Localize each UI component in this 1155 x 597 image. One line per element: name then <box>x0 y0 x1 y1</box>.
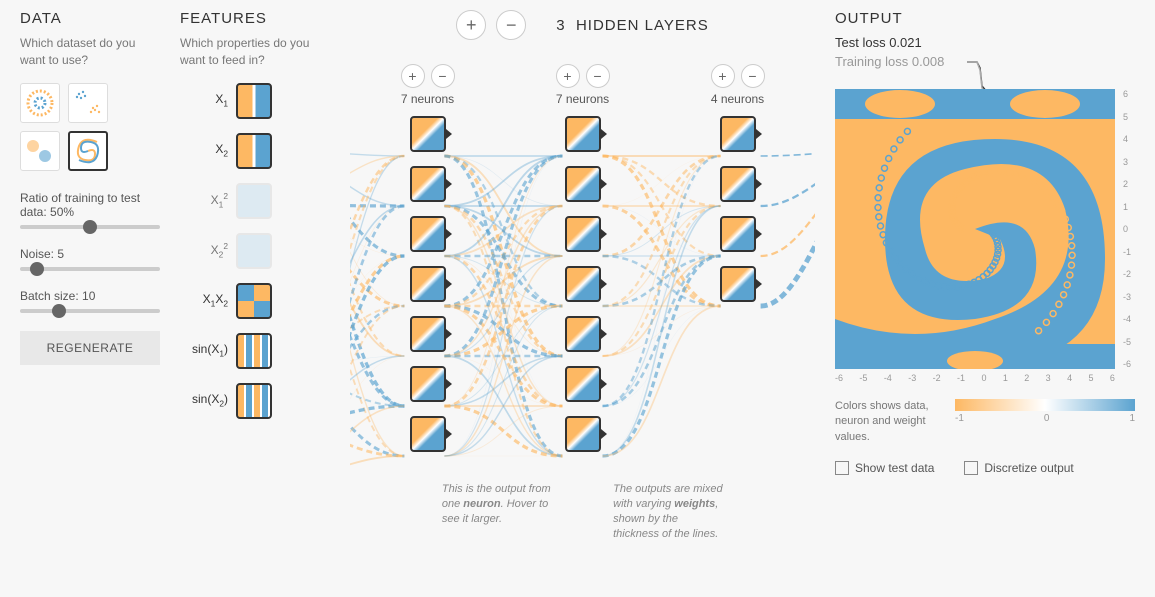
batch-label: Batch size: 10 <box>20 289 160 303</box>
neuron-l1-n0[interactable] <box>565 116 601 152</box>
batch-slider[interactable] <box>20 309 160 313</box>
neuron-l1-n1[interactable] <box>565 166 601 202</box>
discretize-output-checkbox[interactable]: Discretize output <box>964 461 1073 475</box>
neuron-l2-n3[interactable] <box>720 266 756 302</box>
feature-toggle-2[interactable] <box>236 183 272 219</box>
feature-label-2: X12 <box>180 191 228 209</box>
noise-slider[interactable] <box>20 267 160 271</box>
feature-toggle-3[interactable] <box>236 233 272 269</box>
feature-label-4: X1X2 <box>180 292 228 308</box>
output-heading: OUTPUT <box>835 10 1135 27</box>
feature-toggle-1[interactable] <box>236 133 272 169</box>
add-neuron-layer-2[interactable]: + <box>711 64 735 88</box>
dataset-circles[interactable] <box>20 83 60 123</box>
annotation-weights: The outputs are mixed with varying weigh… <box>613 482 723 541</box>
neuron-l2-n2[interactable] <box>720 216 756 252</box>
plot-x-axis: -6-5-4-3-2-10123456 <box>835 373 1115 383</box>
neuron-l0-n5[interactable] <box>410 366 446 402</box>
regenerate-button[interactable]: REGENERATE <box>20 331 160 365</box>
add-neuron-layer-1[interactable]: + <box>556 64 580 88</box>
ratio-label: Ratio of training to test data: 50% <box>20 191 160 219</box>
test-loss: Test loss 0.021 <box>835 35 1135 50</box>
dataset-blobs[interactable] <box>20 131 60 171</box>
neuron-l0-n4[interactable] <box>410 316 446 352</box>
neuron-count-layer-2: 4 neurons <box>711 92 764 106</box>
features-heading: FEATURES <box>180 10 330 27</box>
neuron-l1-n5[interactable] <box>565 366 601 402</box>
data-question: Which dataset do you want to use? <box>20 35 160 69</box>
neuron-l0-n2[interactable] <box>410 216 446 252</box>
feature-label-6: sin(X2) <box>180 392 228 408</box>
feature-toggle-4[interactable] <box>236 283 272 319</box>
remove-neuron-layer-0[interactable]: − <box>431 64 455 88</box>
data-heading: DATA <box>20 10 160 27</box>
neuron-l1-n2[interactable] <box>565 216 601 252</box>
feature-label-1: X2 <box>180 142 228 158</box>
add-layer-button[interactable]: + <box>456 10 486 40</box>
neuron-l2-n1[interactable] <box>720 166 756 202</box>
feature-label-0: X1 <box>180 92 228 108</box>
output-plot[interactable]: 6543210-1-2-3-4-5-6 -6-5-4-3-2-10123456 <box>835 89 1115 369</box>
features-question: Which properties do you want to feed in? <box>180 35 330 69</box>
neuron-count-layer-1: 7 neurons <box>556 92 609 106</box>
annotation-neuron: This is the output from one neuron. Hove… <box>442 482 552 541</box>
neuron-l0-n3[interactable] <box>410 266 446 302</box>
neuron-l1-n3[interactable] <box>565 266 601 302</box>
neuron-l1-n6[interactable] <box>565 416 601 452</box>
remove-layer-button[interactable]: − <box>496 10 526 40</box>
neuron-l0-n0[interactable] <box>410 116 446 152</box>
show-test-data-checkbox[interactable]: Show test data <box>835 461 934 475</box>
remove-neuron-layer-1[interactable]: − <box>586 64 610 88</box>
hidden-layers-label: HIDDEN LAYERS <box>576 17 709 34</box>
feature-toggle-0[interactable] <box>236 83 272 119</box>
neuron-count-layer-0: 7 neurons <box>401 92 454 106</box>
hidden-count: 3 <box>556 17 565 34</box>
neuron-l2-n0[interactable] <box>720 116 756 152</box>
dataset-spiral[interactable] <box>68 131 108 171</box>
add-neuron-layer-0[interactable]: + <box>401 64 425 88</box>
noise-label: Noise: 5 <box>20 247 160 261</box>
feature-toggle-6[interactable] <box>236 383 272 419</box>
colorbar-caption: Colors shows data, neuron and weight val… <box>835 399 935 445</box>
dataset-selector <box>20 83 160 171</box>
feature-label-3: X22 <box>180 241 228 259</box>
neuron-l1-n4[interactable] <box>565 316 601 352</box>
neuron-l0-n6[interactable] <box>410 416 446 452</box>
neuron-l0-n1[interactable] <box>410 166 446 202</box>
colorbar <box>955 399 1135 411</box>
ratio-slider[interactable] <box>20 225 160 229</box>
remove-neuron-layer-2[interactable]: − <box>741 64 765 88</box>
feature-toggle-5[interactable] <box>236 333 272 369</box>
dataset-gaussians[interactable] <box>68 83 108 123</box>
colorbar-labels: -101 <box>955 413 1135 424</box>
feature-label-5: sin(X1) <box>180 342 228 358</box>
plot-y-axis: 6543210-1-2-3-4-5-6 <box>1123 89 1131 369</box>
